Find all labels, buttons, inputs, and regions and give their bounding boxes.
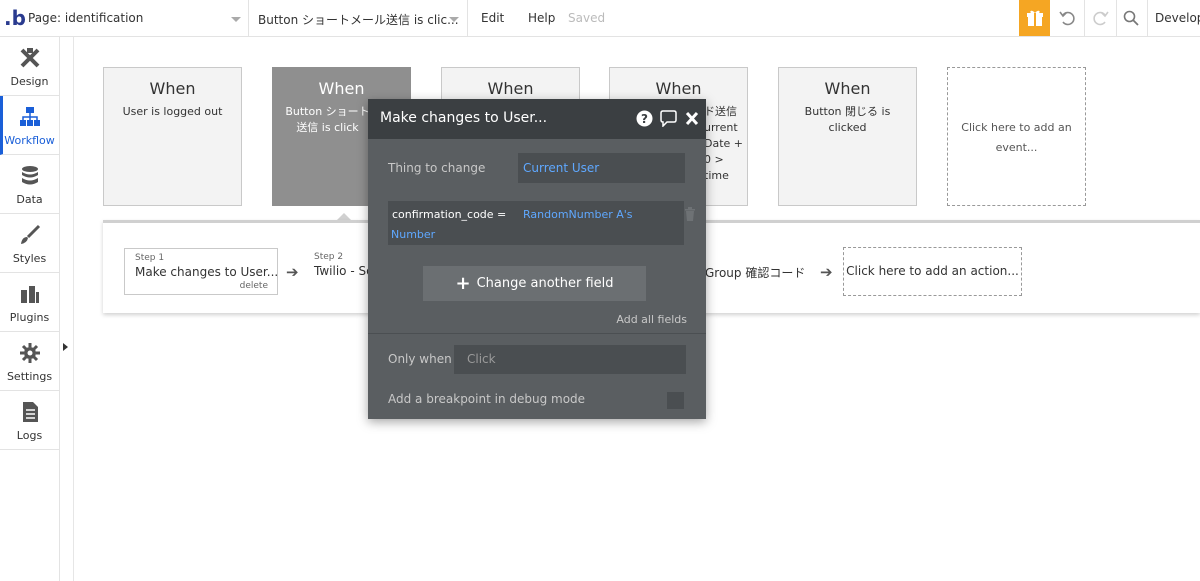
top-bar: .b Page: identification Button ショートメール送信…: [0, 0, 1200, 37]
bubble-logo[interactable]: .b: [4, 6, 26, 30]
chevron-down-icon[interactable]: [231, 17, 241, 22]
plugin-icon: [21, 286, 39, 303]
divider: [248, 0, 249, 37]
add-action-button[interactable]: Click here to add an action...: [843, 247, 1022, 296]
collapse-sidebar-icon[interactable]: [63, 343, 68, 351]
only-when-label: Only when: [388, 352, 452, 366]
sidebar-item-workflow[interactable]: Workflow: [0, 96, 59, 155]
arrow-right-icon: ➔: [820, 263, 833, 281]
undo-icon[interactable]: [1058, 8, 1078, 28]
page-select[interactable]: Page: identification: [28, 11, 246, 27]
modal-title: Make changes to User...: [380, 110, 548, 126]
step-name: Twilio - Se: [314, 264, 374, 278]
divider: [368, 333, 706, 334]
add-event-label: Click here to add an event...: [961, 121, 1072, 154]
step-number: Step 2: [314, 252, 344, 262]
sidebar-item-label: Data: [16, 193, 43, 206]
sidebar-item-label: Settings: [6, 370, 53, 383]
event-when-label: When: [318, 79, 365, 98]
redo-icon[interactable]: [1090, 8, 1110, 28]
action-step-1[interactable]: Step 1 Make changes to User... delete: [124, 248, 278, 295]
gift-button[interactable]: [1019, 0, 1050, 36]
edit-menu[interactable]: Edit: [481, 11, 504, 25]
event-description: ド送信 urrent Date + 0 > time: [704, 105, 744, 182]
breakpoint-label: Add a breakpoint in debug mode: [388, 392, 586, 406]
event-description: Button ショート 送信 is click: [285, 105, 370, 134]
left-sidebar: Design Workflow Data Styles Plugins Sett…: [0, 37, 60, 581]
event-when-label: When: [149, 79, 196, 98]
event-select[interactable]: Button ショートメール送信 is clic...: [258, 11, 458, 27]
event-description: Button 閉じる is clicked: [804, 105, 891, 134]
event-description: User is logged out: [122, 105, 223, 118]
sidebar-item-label: Styles: [12, 252, 47, 265]
breakpoint-checkbox[interactable]: [667, 392, 684, 409]
divider: [1116, 0, 1117, 37]
document-icon: [23, 402, 38, 422]
sidebar-item-label: Plugins: [9, 311, 50, 324]
thing-to-change-field[interactable]: Current User: [518, 153, 685, 183]
divider: [467, 0, 468, 37]
event-when-label: When: [824, 79, 871, 98]
comment-icon[interactable]: [659, 110, 678, 127]
change-another-field-label: Change another field: [476, 276, 614, 291]
database-icon: [22, 166, 38, 185]
field-assignment-row[interactable]: confirmation_code = RandomNumber A's Num…: [388, 201, 684, 245]
change-another-field-button[interactable]: + Change another field: [423, 266, 646, 301]
search-icon[interactable]: [1121, 8, 1141, 28]
divider: [1147, 0, 1148, 37]
close-icon[interactable]: [684, 110, 700, 127]
gift-icon: [1026, 10, 1043, 26]
trash-icon[interactable]: [684, 207, 696, 221]
sidebar-item-label: Logs: [16, 429, 43, 442]
add-all-fields-link[interactable]: Add all fields: [616, 313, 687, 326]
brush-icon: [21, 224, 41, 244]
gear-icon: [20, 343, 40, 363]
step-name: Make changes to User...: [135, 265, 279, 279]
canvas-border: [73, 37, 74, 581]
event-card[interactable]: When Button 閉じる is clicked: [778, 67, 917, 206]
only-when-input[interactable]: Click: [454, 345, 686, 374]
field-value[interactable]: RandomNumber A's: [523, 208, 633, 221]
sidebar-item-label: Design: [10, 75, 49, 88]
sidebar-item-styles[interactable]: Styles: [0, 214, 59, 273]
plus-icon: +: [455, 273, 471, 294]
step-number: Step 1: [135, 253, 165, 263]
thing-to-change-label: Thing to change: [388, 161, 486, 175]
sidebar-item-label: Workflow: [4, 134, 55, 147]
event-card[interactable]: When User is logged out: [103, 67, 242, 206]
divider: [1084, 0, 1085, 37]
sidebar-item-data[interactable]: Data: [0, 155, 59, 214]
help-menu[interactable]: Help: [528, 11, 555, 25]
modal-header: Make changes to User... ?: [368, 99, 706, 139]
environment-select[interactable]: Develop: [1155, 11, 1200, 25]
arrow-right-icon: ➔: [286, 263, 299, 281]
sidebar-item-plugins[interactable]: Plugins: [0, 273, 59, 332]
sidebar-item-design[interactable]: Design: [0, 37, 59, 96]
sidebar-item-logs[interactable]: Logs: [0, 391, 59, 450]
add-event-button[interactable]: Click here to add an event...: [947, 67, 1086, 206]
design-icon: [20, 48, 40, 68]
sidebar-item-settings[interactable]: Settings: [0, 332, 59, 391]
field-key: confirmation_code =: [392, 208, 507, 221]
help-icon[interactable]: ?: [636, 110, 653, 127]
workflow-icon: [20, 107, 40, 126]
action-step-2[interactable]: Step 2 Twilio - Se: [304, 248, 374, 295]
make-changes-modal: Make changes to User... ? Thing to chang…: [368, 99, 706, 419]
event-when-label: When: [655, 79, 702, 98]
chevron-down-icon[interactable]: [449, 17, 459, 22]
svg-text:?: ?: [641, 112, 648, 126]
delete-step-link[interactable]: delete: [240, 281, 268, 291]
save-status: Saved: [568, 11, 606, 25]
event-when-label: When: [487, 79, 534, 98]
action-step-group[interactable]: Group 確認コード: [705, 264, 805, 281]
field-value-continued[interactable]: Number: [391, 228, 435, 241]
